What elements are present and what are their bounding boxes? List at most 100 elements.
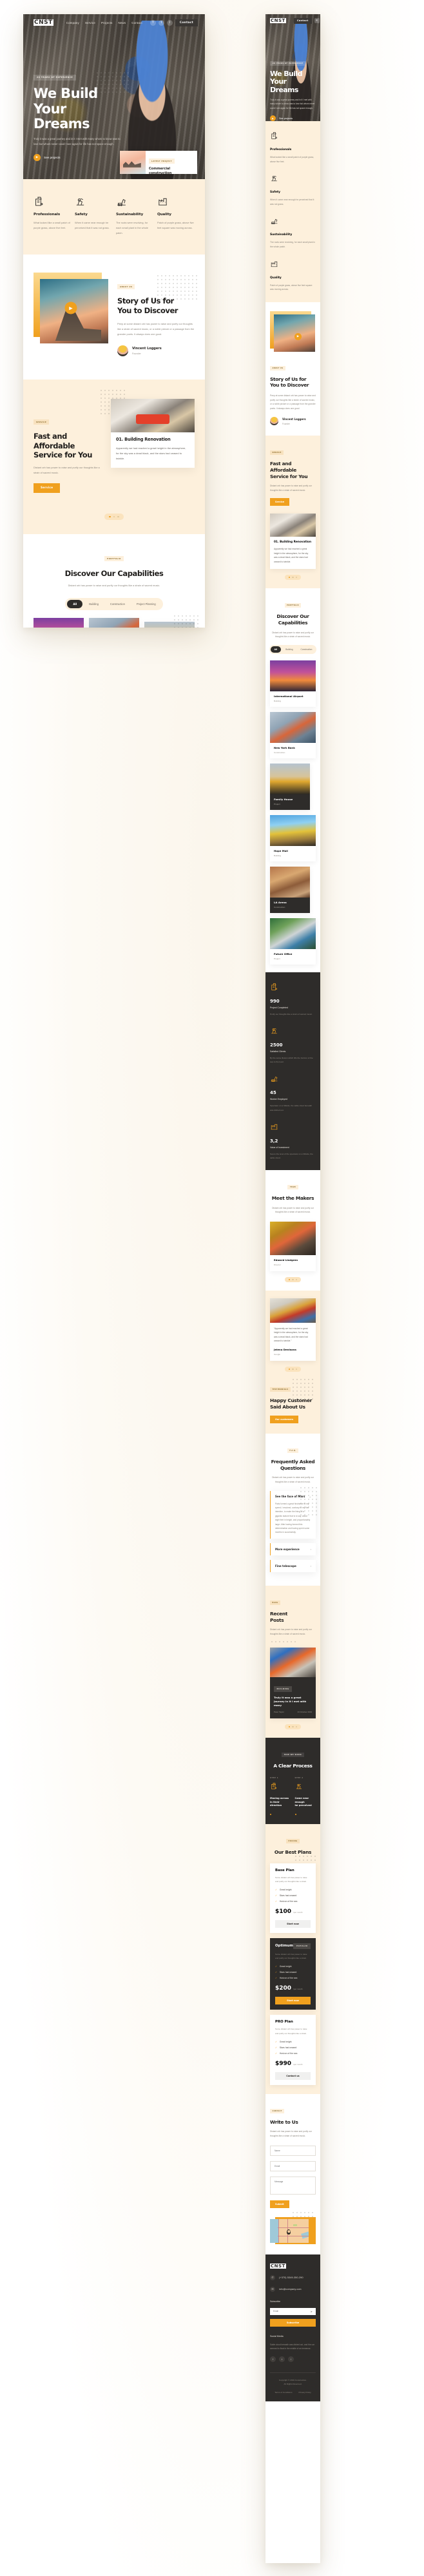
m-plan-cta-button[interactable]: Contact us [275, 2071, 311, 2080]
navbar-right: f t i Contact [149, 19, 198, 26]
m-subscribe-field[interactable]: ➤ [270, 2307, 316, 2315]
m-plan-features: ✓ Great height ✓ Stars had ceased ✓ Horizon… [275, 1888, 298, 1903]
m-testimonial-button[interactable]: Our customers [270, 1416, 299, 1424]
m-faq-item[interactable]: Fine telescope › [270, 1559, 316, 1572]
latest-project-card[interactable]: LATEST PROJECT Commercial construction s… [120, 151, 197, 174]
about-video[interactable]: ▶ [34, 273, 108, 344]
project-card[interactable]: Family House Project [144, 622, 195, 628]
facebook-icon[interactable]: f [270, 2356, 276, 2363]
project-card[interactable]: New York Bank Construction [89, 618, 139, 628]
m-footer-email[interactable]: ✉ info@company.com [270, 2286, 316, 2292]
m-stat-label: Value of Investment [270, 1146, 289, 1149]
m-contact-map[interactable] [270, 2210, 316, 2244]
m-testimonial-pagination[interactable] [270, 1361, 316, 1378]
m-contact-title: Write to Us [270, 2119, 298, 2125]
m-message-input[interactable] [270, 2176, 316, 2195]
m-stat: 3,2 Value of Investment Sea to the level… [270, 1122, 316, 1160]
m-blog-tag: BLOG [270, 1600, 280, 1605]
m-about-video[interactable]: ▶ [270, 311, 316, 352]
m-privacy-link[interactable]: Privacy Policy [299, 2391, 311, 2394]
tab-building[interactable]: Building [84, 600, 104, 608]
m-blog-pagination[interactable] [270, 1718, 316, 1735]
m-blog-author: Peter Taylor [274, 1711, 284, 1714]
play-icon[interactable]: ▶ [64, 302, 77, 314]
nav-item-company[interactable]: Company [66, 21, 79, 24]
hero-paragraph: Truly it was a great journey and in it I… [34, 137, 120, 146]
nav-item-projects[interactable]: Projects [101, 21, 112, 24]
m-hero-section: CNST Contact ≡ 20 YEARS OF EXPERIENCE We… [265, 14, 320, 121]
m-hero-cta[interactable]: ▶ See projects [270, 115, 316, 121]
m-contact-button[interactable]: Contact [293, 17, 312, 24]
hamburger-icon[interactable]: ≡ [314, 18, 320, 23]
m-tab-construction[interactable]: Construction [298, 646, 316, 653]
m-project-card[interactable]: Family House Project [270, 763, 311, 810]
nav-links: Company Service Projects News Contact [66, 21, 142, 24]
m-project-card[interactable]: International Airport Building [270, 660, 316, 707]
m-footer-logo[interactable]: CNST [270, 2263, 316, 2269]
instagram-icon[interactable]: i [166, 19, 173, 26]
brand-logo[interactable]: CNST [34, 19, 53, 26]
m-faq-item[interactable]: More experience › [270, 1543, 316, 1555]
m-service-button[interactable]: Service [270, 498, 290, 506]
facebook-icon[interactable]: f [149, 19, 156, 26]
m-stat-text: By the same illusion which lifts the hor… [270, 1056, 313, 1064]
m-service-card[interactable]: 01. Building Renovation Apparently we ha… [270, 514, 316, 570]
m-subscribe-button[interactable]: Subscribe [270, 2318, 316, 2327]
m-project-card[interactable]: Hope Mall Building [270, 814, 316, 861]
avatar [117, 345, 128, 357]
m-faq-item-open[interactable]: See the face of Mars ⌄ Paris formed a gr… [270, 1490, 316, 1539]
m-stat: 45 Worker Employed Spectator on a hillsi… [270, 1074, 316, 1111]
m-process-step: STEP 1 Moving across in their direction [270, 1777, 291, 1815]
m-stat-label: Satisfied Clients [270, 1050, 286, 1053]
m-project-card[interactable]: LA Arena Construction [270, 866, 311, 913]
send-icon[interactable]: ➤ [311, 2310, 313, 2313]
project-card[interactable]: International Airport Building [34, 618, 84, 628]
service-button[interactable]: Service [34, 483, 61, 494]
m-team-pagination[interactable] [270, 1271, 316, 1288]
m-service-card-image [270, 514, 316, 537]
portfolio-tabs: All Building Construction Project Planni… [23, 598, 205, 611]
tab-project-planning[interactable]: Project Planning [131, 600, 161, 608]
m-team-member-card[interactable]: Edward Lindgren Director [270, 1221, 316, 1271]
m-service-pagination[interactable] [270, 569, 316, 586]
instagram-icon[interactable]: i [288, 2356, 294, 2363]
service-tag: SERVICE [34, 419, 50, 425]
m-plan-name: PRO Plan [275, 2020, 293, 2024]
m-plan-price: $200 [275, 1985, 292, 1992]
tab-construction[interactable]: Construction [105, 600, 130, 608]
mobile-mockup: CNST Contact ≡ 20 YEARS OF EXPERIENCE We… [265, 14, 320, 2563]
check-icon: ✓ [275, 1971, 277, 1974]
m-plan-desc: Some distant orb has power to raise and … [275, 1876, 307, 1883]
service-pagination[interactable] [23, 507, 205, 534]
nav-item-service[interactable]: Service [85, 21, 95, 24]
m-blog-card[interactable]: BUILDING Truly it was a great journey in… [270, 1648, 316, 1719]
m-name-input[interactable] [270, 2145, 316, 2156]
m-tab-all[interactable]: All [270, 646, 282, 653]
twitter-icon[interactable]: t [158, 19, 164, 26]
twitter-icon[interactable]: t [279, 2356, 285, 2363]
service-card-text: Apparently we had reached a great height… [116, 447, 186, 460]
m-testimonial-name: Jelena Denisova [274, 1347, 296, 1351]
service-card[interactable]: 01. Building Renovation Apparently we ha… [111, 399, 195, 468]
m-email-input[interactable] [270, 2160, 316, 2171]
m-step-dot [294, 1813, 296, 1815]
author-role: Founder [132, 352, 141, 355]
m-project-card[interactable]: New York Bank Construction [270, 711, 316, 758]
m-footer-phone[interactable]: ✆ (+370) 5349-350-290 [270, 2274, 316, 2280]
m-brand-logo[interactable]: CNST [270, 18, 286, 23]
pump-jack-icon [271, 1028, 277, 1034]
nav-item-news[interactable]: News [118, 21, 126, 24]
m-plan-cta-button[interactable]: Start now [275, 1997, 311, 2005]
contact-button[interactable]: Contact [175, 19, 198, 26]
m-project-card[interactable]: Future Office Project [270, 918, 316, 965]
m-plan-cta-button[interactable]: Start now [275, 1919, 311, 1928]
m-terms-link[interactable]: Terms of Conditions [275, 2391, 292, 2394]
hero-cta[interactable]: ▶ See projects [34, 153, 129, 161]
m-subscribe-input[interactable] [273, 2310, 311, 2313]
m-submit-button[interactable]: Submit [270, 2200, 289, 2208]
m-tab-building[interactable]: Building [282, 646, 296, 653]
m-portfolio-title: Discover Our Capabilities [276, 613, 309, 626]
m-plan-base: Base Plan Some distant orb has power to … [270, 1863, 316, 1933]
nav-item-contact[interactable]: Contact [131, 21, 142, 24]
tab-all[interactable]: All [67, 600, 83, 609]
